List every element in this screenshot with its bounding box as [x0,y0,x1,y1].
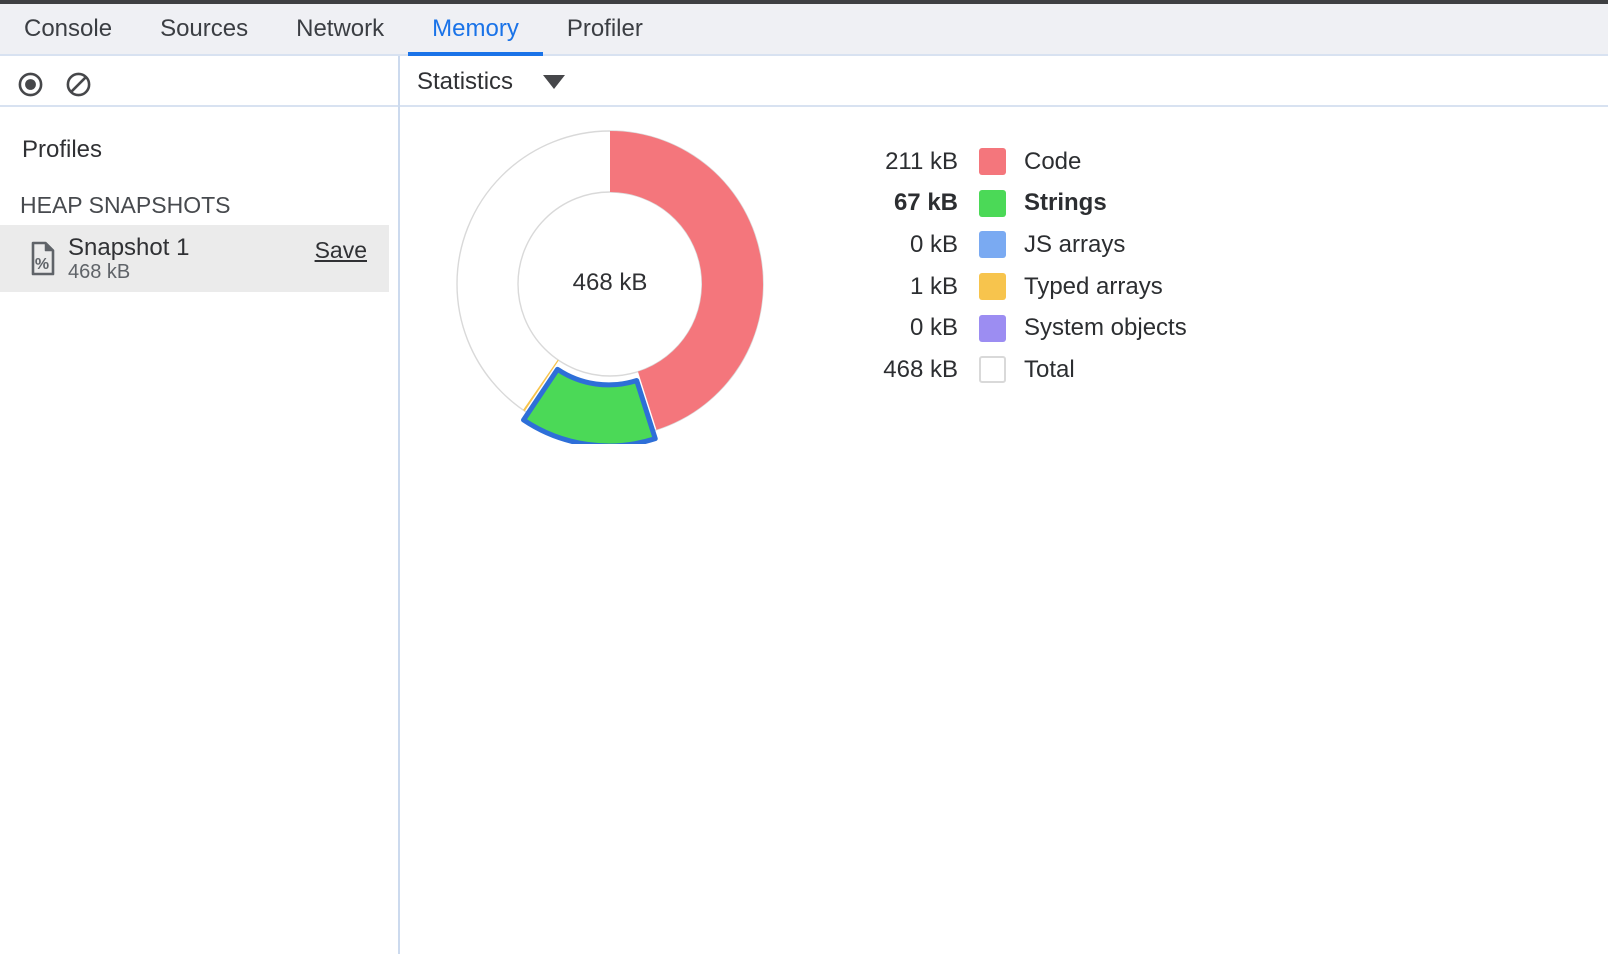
legend-label: Strings [1024,189,1107,217]
tab-memory[interactable]: Memory [408,4,543,54]
memory-toolbar: Statistics [0,56,1608,107]
snapshot-item[interactable]: % Snapshot 1 468 kB Save [0,225,389,292]
statistics-panel: 468 kB 211 kB Code 67 kB Strings 0 kB JS arra… [400,109,1608,954]
heap-snapshots-heading: HEAP SNAPSHOTS [20,192,230,219]
legend-label: JS arrays [1024,231,1125,259]
tab-profiler[interactable]: Profiler [543,4,667,54]
legend-row-typed-arrays: 1 kB Typed arrays [820,266,1187,308]
record-heap-snapshot-button[interactable] [15,69,45,99]
save-link[interactable]: Save [315,237,367,264]
legend-value: 211 kB [820,148,958,176]
legend-value: 1 kB [820,273,958,301]
legend-label: Total [1024,356,1075,384]
legend-label: System objects [1024,314,1187,342]
legend-value: 468 kB [820,356,958,384]
tab-network[interactable]: Network [272,4,408,54]
legend-label: Typed arrays [1024,273,1163,301]
snapshot-size: 468 kB [68,261,315,283]
tab-sources[interactable]: Sources [136,4,272,54]
perspective-dropdown[interactable]: Statistics [417,56,565,107]
legend-swatch-icon [979,231,1006,258]
snapshot-name: Snapshot 1 [68,234,315,261]
legend-swatch-icon [979,148,1006,175]
profiles-title: Profiles [22,136,102,164]
clear-profiles-button[interactable] [63,69,93,99]
chart-legend: 211 kB Code 67 kB Strings 0 kB JS arrays 1 kB T… [820,141,1187,391]
legend-row-system-objects: 0 kB System objects [820,307,1187,349]
devtools-window: Console Sources Network Memory Profiler … [0,0,1608,954]
legend-value: 0 kB [820,231,958,259]
tab-console[interactable]: Console [0,4,136,54]
block-icon [65,71,92,98]
tab-bar: Console Sources Network Memory Profiler [0,4,1608,56]
legend-swatch-icon [979,190,1006,217]
snapshot-texts: Snapshot 1 468 kB [68,234,315,283]
legend-label: Code [1024,148,1081,176]
legend-row-total: 468 kB Total [820,349,1187,391]
legend-value: 67 kB [820,189,958,217]
dropdown-triangle-icon [543,75,565,89]
legend-swatch-icon [979,356,1006,383]
legend-swatch-icon [979,315,1006,342]
legend-value: 0 kB [820,314,958,342]
heap-snapshot-file-icon: % [30,241,56,276]
legend-row-code: 211 kB Code [820,141,1187,183]
legend-swatch-icon [979,273,1006,300]
chart-total-label: 468 kB [450,269,770,297]
svg-text:%: % [35,256,49,273]
perspective-dropdown-value: Statistics [417,68,513,96]
legend-row-strings: 67 kB Strings [820,183,1187,225]
legend-row-js-arrays: 0 kB JS arrays [820,224,1187,266]
pie-slice-strings[interactable] [524,369,656,444]
record-icon [17,71,44,98]
profiles-sidebar: Profiles HEAP SNAPSHOTS % Snapshot 1 468… [0,109,398,954]
